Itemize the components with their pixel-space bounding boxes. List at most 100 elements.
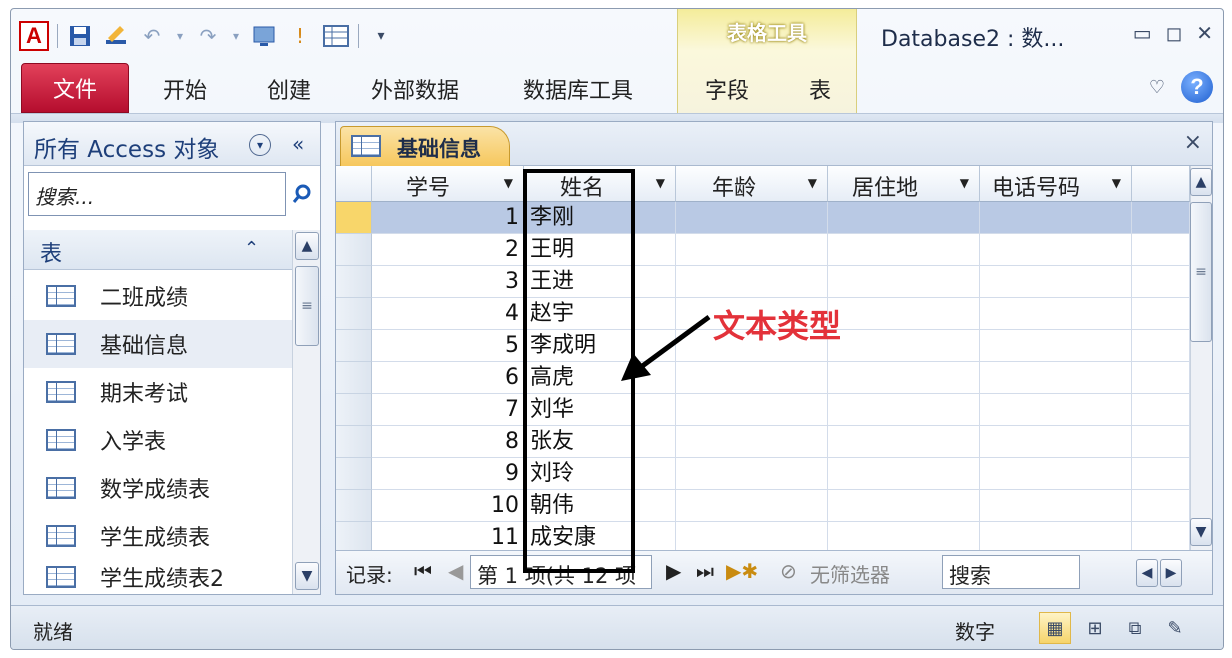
nav-pane-header[interactable]: 所有 Access 对象 ▾ « [24, 122, 320, 166]
record-selector[interactable] [336, 298, 372, 330]
tab-fields[interactable]: 字段 [705, 73, 749, 105]
cell-empty[interactable] [980, 202, 1132, 234]
save-icon[interactable] [66, 22, 94, 50]
help-icon[interactable]: ? [1181, 71, 1213, 103]
cell-empty[interactable] [828, 234, 980, 266]
cell-empty[interactable] [676, 458, 828, 490]
cell-empty[interactable] [828, 202, 980, 234]
view-icon[interactable] [250, 22, 278, 50]
chevron-down-icon[interactable]: ▾ [249, 134, 271, 156]
nav-item-table[interactable]: 学生成绩表 [24, 512, 292, 560]
close-icon[interactable]: ✕ [1196, 21, 1213, 45]
cell-empty[interactable] [828, 426, 980, 458]
cell-empty[interactable] [676, 234, 828, 266]
design-edit-icon[interactable] [102, 22, 130, 50]
column-header[interactable]: 电话号码 ▼ [980, 166, 1132, 202]
record-selector[interactable] [336, 490, 372, 522]
tab-home[interactable]: 开始 [163, 73, 207, 105]
record-selector[interactable] [336, 266, 372, 298]
scroll-down-icon[interactable]: ▼ [1190, 518, 1212, 546]
cell-empty[interactable] [980, 330, 1132, 362]
scroll-up-icon[interactable]: ▲ [1190, 168, 1212, 196]
record-selector[interactable] [336, 330, 372, 362]
first-record-icon[interactable]: ⏮ [414, 559, 432, 583]
cell-empty[interactable] [676, 266, 828, 298]
cell-empty[interactable] [676, 490, 828, 522]
restore-icon[interactable]: ◻ [1166, 21, 1183, 45]
search-icon[interactable] [288, 176, 316, 212]
cell-student-id[interactable]: 1 [372, 202, 524, 234]
dropdown-arrow-icon[interactable]: ▾ [230, 22, 242, 50]
minimize-icon[interactable]: ▭ [1133, 21, 1152, 45]
table-row[interactable]: 9 刘玲 [336, 458, 1190, 490]
cell-empty[interactable] [828, 330, 980, 362]
cell-empty[interactable] [980, 490, 1132, 522]
filter-status[interactable]: 无筛选器 [810, 559, 890, 588]
nav-item-table[interactable]: 基础信息 [24, 320, 292, 368]
cell-empty[interactable] [828, 490, 980, 522]
cell-student-id[interactable]: 10 [372, 490, 524, 522]
tab-table[interactable]: 表 [809, 73, 831, 105]
record-selector[interactable] [336, 202, 372, 234]
chevron-down-icon[interactable]: ▼ [960, 176, 969, 190]
column-header[interactable]: 年龄 ▼ [676, 166, 828, 202]
nav-scrollbar[interactable]: ▲ ≡ ▼ [292, 230, 320, 594]
datasheet-grid[interactable]: 学号 ▼ 姓名 ▼ 年龄 ▼ 居住地 ▼ 电话号码 ▼ 1 李刚 2 王明 3 王进 4 赵宇… [336, 166, 1190, 550]
cell-empty[interactable] [828, 522, 980, 550]
table-row[interactable]: 3 王进 [336, 266, 1190, 298]
filter-icon[interactable]: ⊘ [780, 559, 797, 583]
column-header-add[interactable] [1132, 166, 1190, 202]
record-selector[interactable] [336, 522, 372, 550]
customize-qat-icon[interactable]: ▾ [367, 22, 395, 50]
cell-empty[interactable] [1132, 234, 1190, 266]
cell-student-id[interactable]: 2 [372, 234, 524, 266]
scroll-left-icon[interactable]: ◀ [1136, 559, 1158, 587]
nav-item-table[interactable]: 数学成绩表 [24, 464, 292, 512]
nav-item-table[interactable]: 期末考试 [24, 368, 292, 416]
pivot-chart-view-icon[interactable]: ⧉ [1119, 612, 1151, 644]
chevron-down-icon[interactable]: ▼ [808, 176, 817, 190]
table-row[interactable]: 11 成安康 [336, 522, 1190, 550]
scroll-thumb[interactable]: ≡ [295, 266, 319, 346]
cell-student-id[interactable]: 4 [372, 298, 524, 330]
minimize-ribbon-icon[interactable]: ♡ [1149, 77, 1165, 98]
nav-item-table[interactable]: 二班成绩 [24, 272, 292, 320]
tab-create[interactable]: 创建 [267, 73, 311, 105]
cell-empty[interactable] [676, 394, 828, 426]
select-all-corner[interactable] [336, 166, 372, 202]
record-selector[interactable] [336, 394, 372, 426]
cell-empty[interactable] [828, 266, 980, 298]
cell-student-id[interactable]: 7 [372, 394, 524, 426]
previous-record-icon[interactable]: ◀ [448, 559, 463, 583]
cell-empty[interactable] [980, 394, 1132, 426]
nav-group-tables[interactable]: 表 ⌃ [24, 230, 292, 270]
tab-database-tools[interactable]: 数据库工具 [523, 73, 633, 105]
chevron-down-icon[interactable]: ▼ [656, 176, 665, 190]
cell-empty[interactable] [676, 202, 828, 234]
cell-empty[interactable] [1132, 362, 1190, 394]
cell-empty[interactable] [980, 266, 1132, 298]
scroll-up-icon[interactable]: ▲ [295, 232, 319, 260]
scroll-down-icon[interactable]: ▼ [295, 562, 319, 590]
cell-student-id[interactable]: 5 [372, 330, 524, 362]
last-record-icon[interactable]: ⏭ [696, 559, 714, 583]
cell-empty[interactable] [828, 458, 980, 490]
redo-icon[interactable]: ↷ [194, 22, 222, 50]
design-view-icon[interactable]: ✎ [1159, 612, 1191, 644]
cell-empty[interactable] [980, 522, 1132, 550]
tab-file[interactable]: 文件 [21, 63, 129, 113]
new-record-icon[interactable]: ▶✱ [726, 559, 758, 583]
undo-icon[interactable]: ↶ [138, 22, 166, 50]
record-search-input[interactable]: 搜索 [942, 555, 1080, 589]
cell-student-id[interactable]: 3 [372, 266, 524, 298]
datasheet-scrollbar[interactable]: ▲ ≡ ▼ [1190, 166, 1212, 550]
cell-empty[interactable] [676, 426, 828, 458]
cell-empty[interactable] [980, 234, 1132, 266]
cell-empty[interactable] [828, 362, 980, 394]
scroll-thumb[interactable]: ≡ [1190, 202, 1212, 342]
record-selector[interactable] [336, 362, 372, 394]
record-selector[interactable] [336, 458, 372, 490]
nav-item-table[interactable]: 入学表 [24, 416, 292, 464]
cell-empty[interactable] [1132, 330, 1190, 362]
dropdown-arrow-icon[interactable]: ▾ [174, 22, 186, 50]
